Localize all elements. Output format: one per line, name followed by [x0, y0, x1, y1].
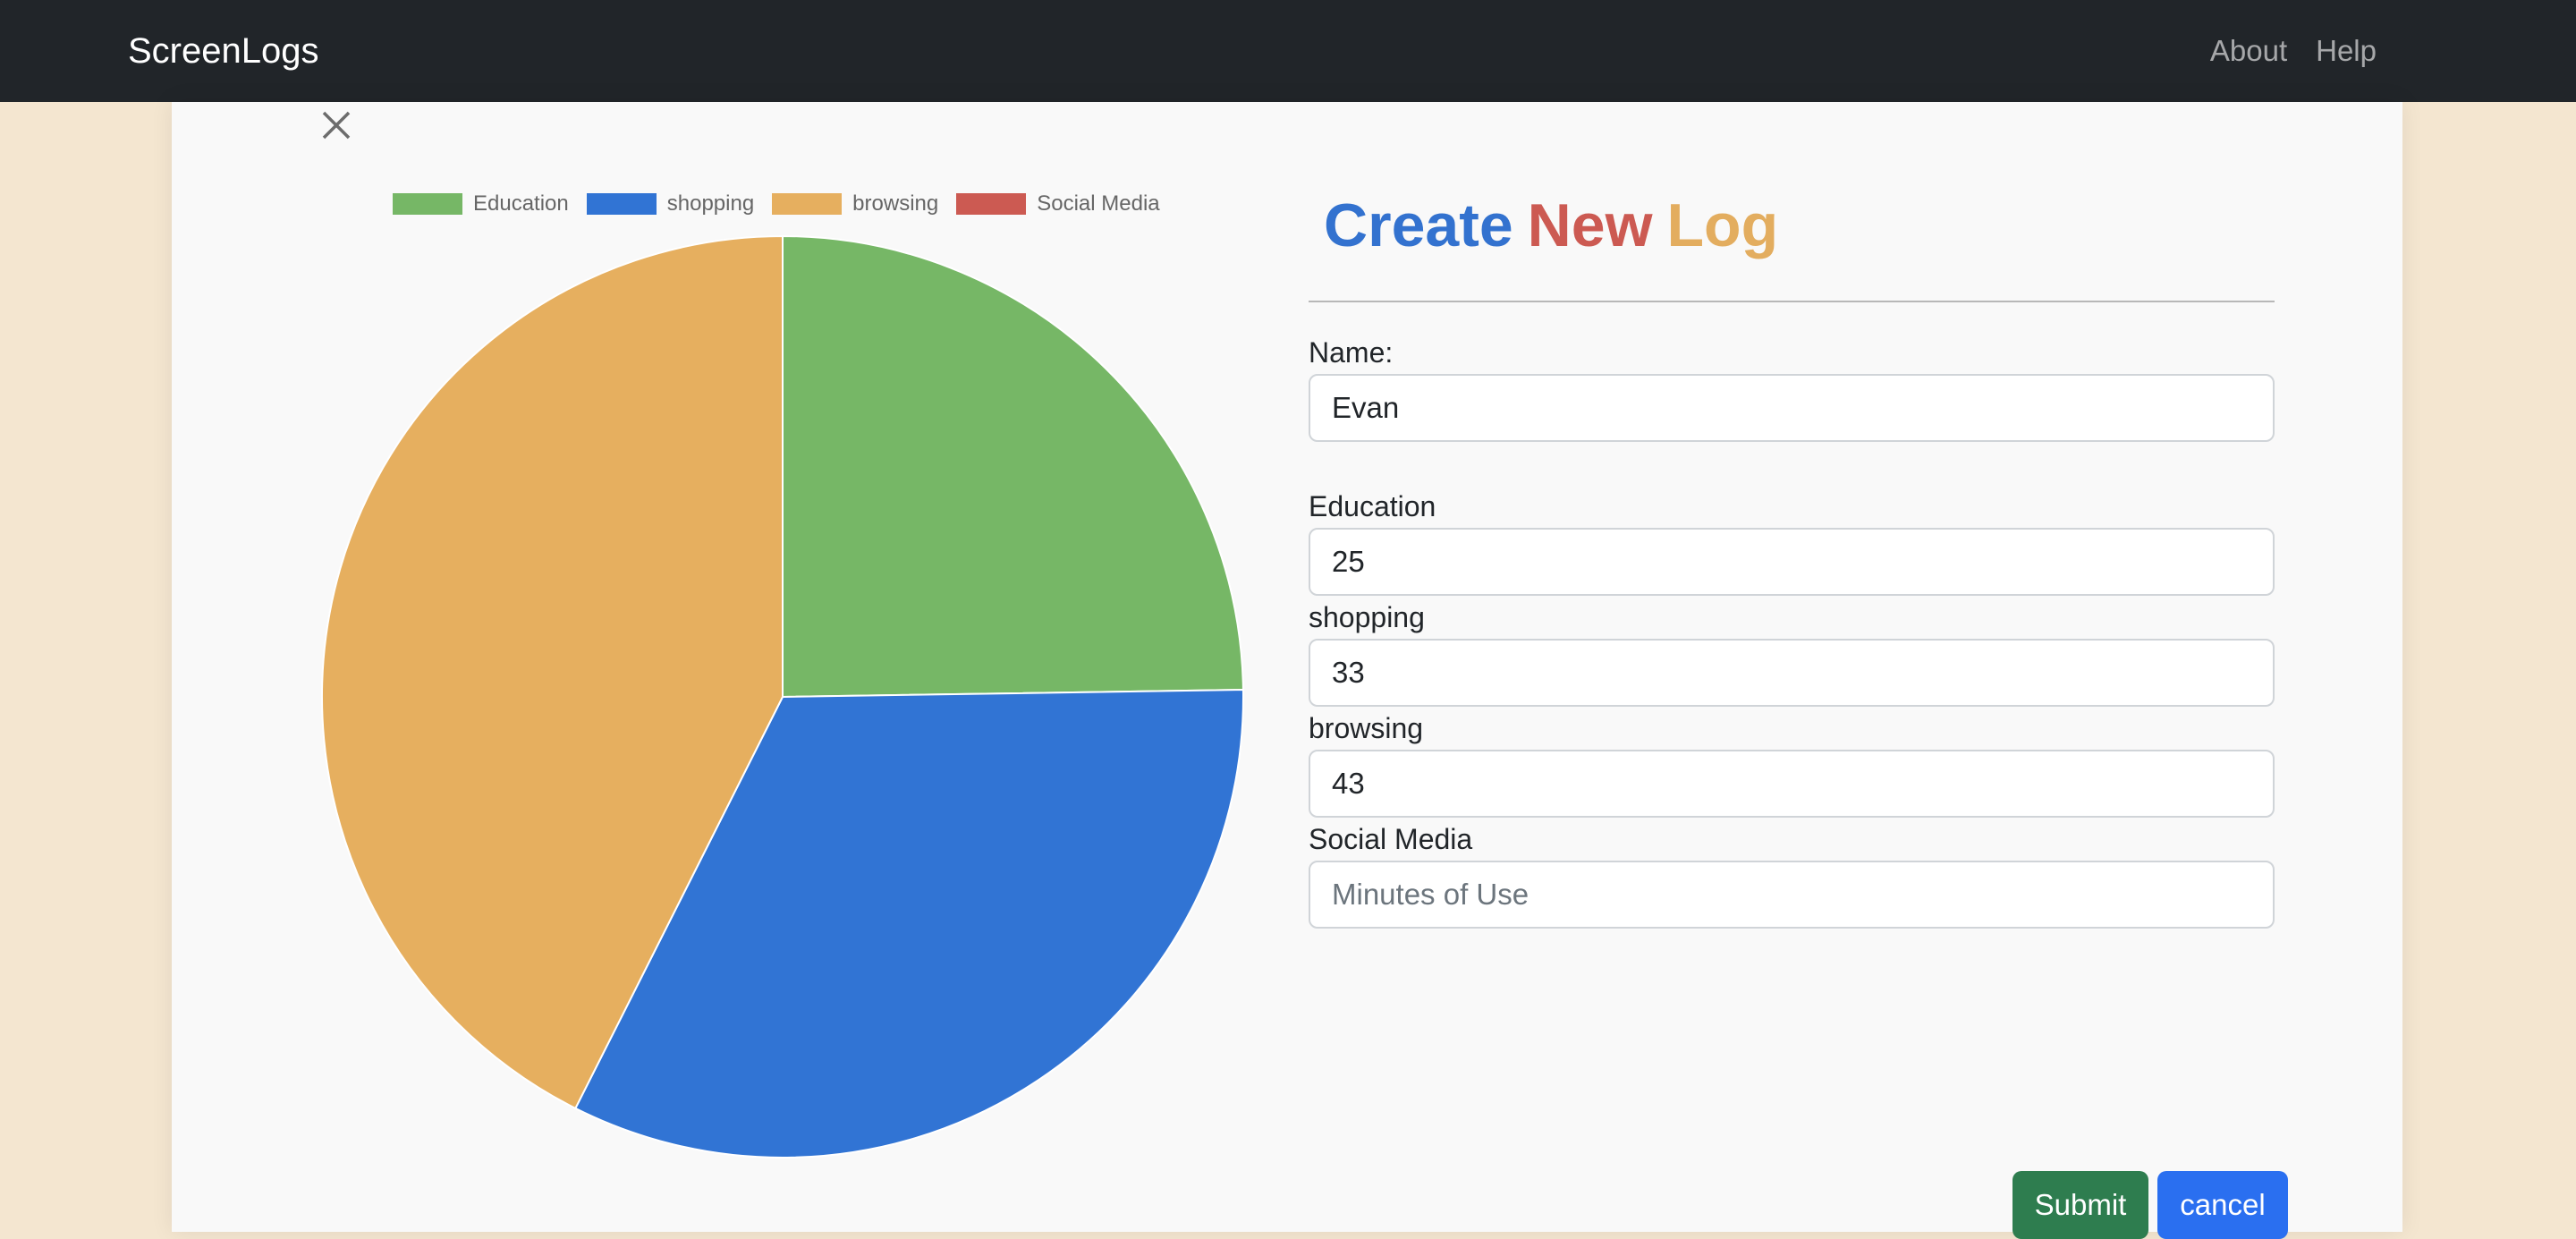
- page-title: Create New Log: [1324, 190, 1792, 261]
- usage-pie-chart: Education shopping browsing Social Media: [172, 102, 1370, 1232]
- divider: [1309, 301, 2275, 302]
- education-label: Education: [1309, 490, 1436, 522]
- education-input[interactable]: [1309, 528, 2275, 596]
- submit-button[interactable]: Submit: [2012, 1171, 2148, 1239]
- shopping-input[interactable]: [1309, 639, 2275, 707]
- brand-logo[interactable]: ScreenLogs: [128, 30, 318, 72]
- title-word-new: New: [1527, 191, 1653, 259]
- title-word-create: Create: [1324, 191, 1513, 259]
- shopping-label: shopping: [1309, 601, 1425, 633]
- cancel-button[interactable]: cancel: [2157, 1171, 2288, 1239]
- name-input[interactable]: [1309, 374, 2275, 442]
- pie-chart-svg: [321, 234, 1244, 1158]
- create-log-modal: Education shopping browsing Social Media Cr…: [172, 102, 2402, 1239]
- browsing-input[interactable]: [1309, 750, 2275, 818]
- nav-link-help[interactable]: Help: [2316, 30, 2377, 72]
- name-label: Name:: [1309, 336, 1394, 369]
- browsing-label: browsing: [1309, 712, 1424, 744]
- nav-links: About Help: [2210, 30, 2377, 72]
- nav-link-about[interactable]: About: [2210, 30, 2287, 72]
- pie-slice-education[interactable]: [782, 234, 1244, 699]
- social-media-label: Social Media: [1309, 823, 1473, 855]
- title-word-log: Log: [1666, 191, 1779, 259]
- social-media-input[interactable]: [1309, 861, 2275, 929]
- navbar: ScreenLogs About Help: [0, 0, 2576, 102]
